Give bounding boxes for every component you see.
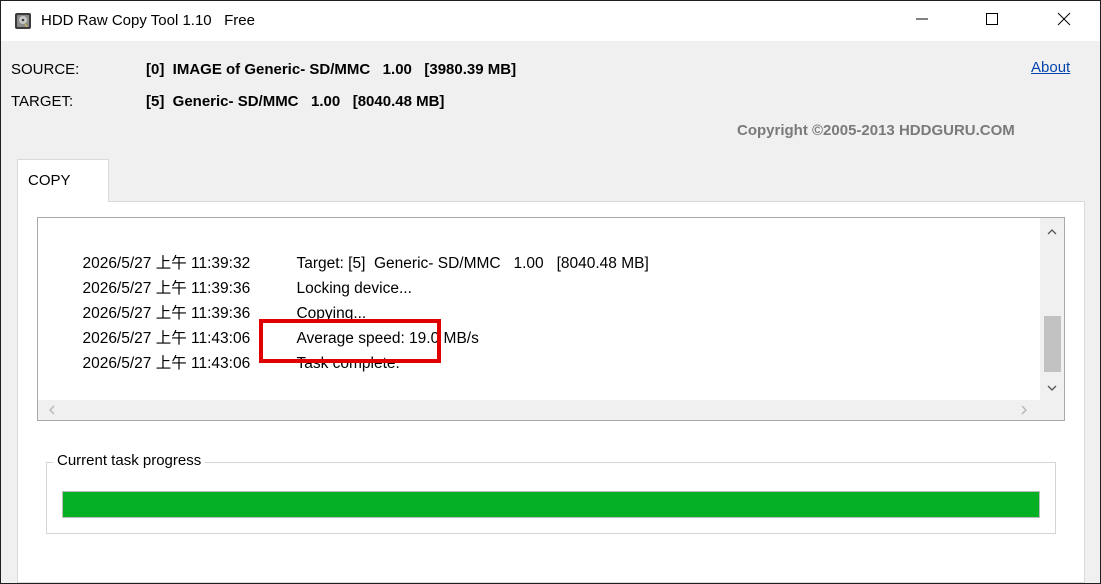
scroll-corner: [1040, 400, 1064, 420]
scroll-up-icon[interactable]: [1044, 224, 1060, 240]
scroll-right-icon[interactable]: [1016, 402, 1032, 418]
title-bar[interactable]: HDD Raw Copy Tool 1.10 Free: [1, 1, 1100, 41]
minimize-button[interactable]: [899, 1, 945, 41]
log-line: 2026/5/27 上午 11:43:06 Task complete.: [48, 326, 649, 372]
log-line: 2026/5/27 上午 11:43:06 Average speed: 19.0…: [48, 301, 649, 347]
vertical-scrollbar[interactable]: [1040, 218, 1064, 402]
target-value: [5] Generic- SD/MMC 1.00 [8040.48 MB]: [146, 93, 445, 110]
log-box[interactable]: 2026/5/27 上午 11:39:32 Target: [5] Generic…: [37, 217, 1065, 421]
progress-label: Current task progress: [53, 452, 206, 469]
source-value: [0] IMAGE of Generic- SD/MMC 1.00 [3980.…: [146, 61, 517, 78]
progress-fill: [63, 492, 1039, 517]
maximize-icon: [985, 12, 999, 31]
maximize-button[interactable]: [969, 1, 1015, 41]
log-lines: 2026/5/27 上午 11:39:32 Target: [5] Generic…: [48, 226, 649, 372]
close-button[interactable]: [1041, 1, 1087, 41]
tab-copy[interactable]: COPY: [17, 159, 109, 202]
copyright-text: Copyright ©2005-2013 HDDGURU.COM: [737, 122, 1015, 139]
log-timestamp: 2026/5/27 上午 11:43:06: [82, 355, 251, 372]
log-line: 2026/5/27 上午 11:39:32 Target: [5] Generic…: [48, 226, 648, 272]
progress-bar: [62, 491, 1040, 518]
close-icon: [1057, 12, 1071, 31]
tab-copy-label: COPY: [28, 172, 71, 189]
source-label: SOURCE:: [11, 61, 80, 78]
log-line: 2026/5/27 上午 11:39:36 Copying...: [48, 276, 649, 322]
hdd-app-icon: [14, 12, 32, 30]
window-title: HDD Raw Copy Tool 1.10 Free: [41, 12, 255, 29]
scroll-down-icon[interactable]: [1044, 380, 1060, 396]
horizontal-scrollbar[interactable]: [38, 400, 1040, 420]
target-label: TARGET:: [11, 93, 74, 110]
app-window: HDD Raw Copy Tool 1.10 Free SOURCE: [0] …: [0, 0, 1101, 584]
scroll-left-icon[interactable]: [44, 402, 60, 418]
vertical-scroll-thumb[interactable]: [1044, 316, 1061, 372]
about-link[interactable]: About: [1031, 59, 1070, 76]
log-line: 2026/5/27 上午 11:39:36 Locking device...: [48, 251, 649, 297]
minimize-icon: [915, 12, 929, 31]
log-message: Task complete.: [296, 355, 400, 372]
